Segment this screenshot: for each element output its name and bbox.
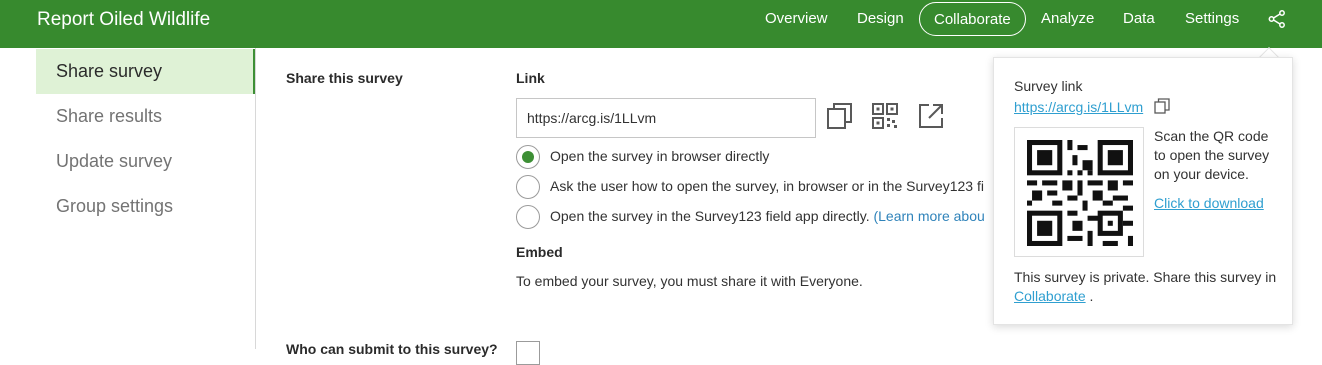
option-label: Open the survey in the Survey123 field a… [550,208,985,224]
sidebar-item-update-survey[interactable]: Update survey [36,139,255,184]
embed-text: To embed your survey, you must share it … [516,273,863,289]
period: . [1089,288,1094,304]
collaborate-link[interactable]: Collaborate [1014,288,1086,304]
private-text: This survey is private. Share this surve… [1014,269,1277,285]
sidebar-item-group-settings[interactable]: Group settings [36,184,255,229]
qr-code-icon [1027,140,1133,246]
radio-button[interactable] [516,205,540,229]
qr-code-icon[interactable] [871,102,899,130]
sidebar-item-share-survey[interactable]: Share survey [36,49,255,94]
share-heading: Share this survey [286,70,403,86]
survey-title: Report Oiled Wildlife [37,9,211,30]
open-external-icon[interactable] [917,102,945,130]
survey-link-popover: Survey link https://arcg.is/1LLvm Scan t… [993,57,1293,325]
embed-label: Embed [516,244,563,260]
link-field[interactable] [516,98,816,138]
submit-checkbox[interactable] [516,341,540,365]
nav-overview[interactable]: Overview [765,10,828,27]
nav-collaborate[interactable]: Collaborate [919,2,1026,36]
nav-design[interactable]: Design [857,10,904,27]
copy-icon[interactable] [826,102,854,130]
nav-data[interactable]: Data [1123,10,1155,27]
option-label: Ask the user how to open the survey, in … [550,178,984,194]
learn-more-link[interactable]: (Learn more abou [873,208,984,224]
radio-button[interactable] [516,145,540,169]
nav-analyze[interactable]: Analyze [1041,10,1094,27]
sidebar-item-share-results[interactable]: Share results [36,94,255,139]
submit-heading: Who can submit to this survey? [286,341,498,357]
popover-url-link[interactable]: https://arcg.is/1LLvm [1014,99,1143,115]
top-nav-bar: Report Oiled Wildlife Overview Design Co… [0,0,1322,48]
qr-code-image [1014,127,1144,257]
link-label: Link [516,70,545,86]
scan-instructions: Scan the QR code to open the survey on y… [1154,128,1270,182]
download-link[interactable]: Click to download [1154,195,1264,211]
share-icon[interactable] [1267,9,1287,29]
radio-button[interactable] [516,175,540,199]
option-label: Open the survey in browser directly [550,148,770,164]
copy-icon[interactable] [1154,98,1170,114]
popover-title: Survey link [1014,78,1083,94]
sidebar: Share survey Share results Update survey… [0,48,256,349]
private-notice: This survey is private. Share this surve… [1014,268,1284,306]
option-text: Open the survey in the Survey123 field a… [550,208,870,224]
nav-settings[interactable]: Settings [1185,10,1239,27]
